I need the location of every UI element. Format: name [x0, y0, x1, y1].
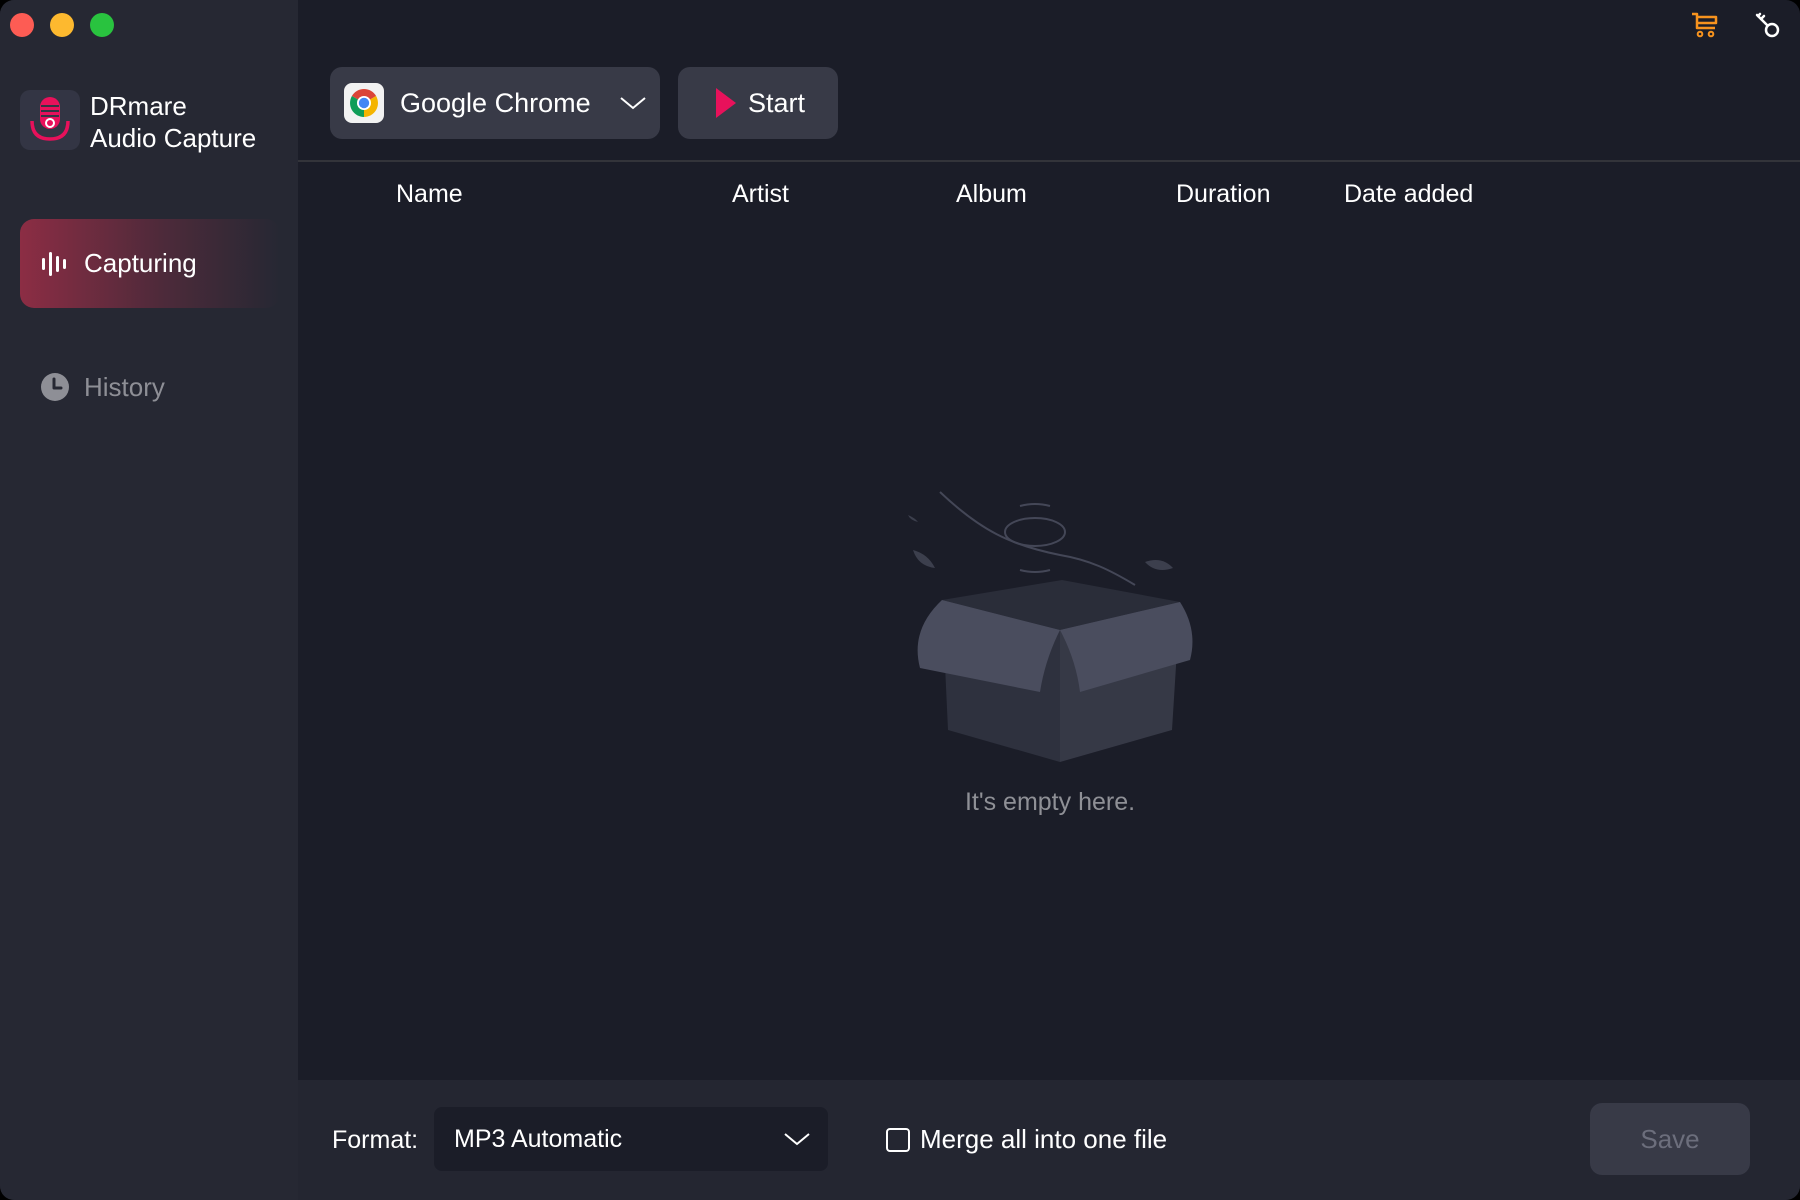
column-header-name[interactable]: Name — [396, 178, 463, 210]
save-button[interactable]: Save — [1590, 1103, 1750, 1175]
merge-label: Merge all into one file — [920, 1124, 1168, 1154]
audio-source-label: Google Chrome — [400, 87, 591, 118]
format-select[interactable]: MP3 Automatic — [434, 1107, 828, 1171]
toolbar-divider — [298, 160, 1800, 162]
sidebar-item-history[interactable]: History — [20, 344, 280, 430]
merge-checkbox-row[interactable]: Merge all into one file — [886, 1124, 1167, 1155]
window-maximize-button[interactable] — [90, 13, 114, 37]
window-close-button[interactable] — [10, 13, 34, 37]
start-label: Start — [748, 87, 806, 118]
format-value: MP3 Automatic — [454, 1124, 623, 1153]
app-name-line1: DRmare — [90, 91, 187, 121]
sidebar-item-label: History — [84, 371, 165, 402]
cart-button[interactable] — [1688, 8, 1722, 42]
audio-source-select[interactable]: Google Chrome — [330, 67, 660, 139]
key-icon — [1755, 12, 1780, 38]
app-window: DRmare Audio Capture Capturing History G… — [0, 0, 1800, 1200]
column-header-duration[interactable]: Duration — [1176, 178, 1271, 210]
app-name: DRmare Audio Capture — [90, 90, 256, 154]
app-name-line2: Audio Capture — [90, 123, 257, 153]
start-button[interactable]: Start — [678, 67, 838, 139]
play-icon — [716, 88, 736, 118]
sidebar-item-capturing[interactable]: Capturing — [20, 219, 280, 308]
column-header-artist[interactable]: Artist — [732, 178, 789, 210]
sound-wave-icon — [40, 249, 70, 279]
column-header-album[interactable]: Album — [956, 178, 1027, 210]
chevron-down-icon — [620, 97, 646, 110]
chevron-down-icon — [784, 1133, 810, 1146]
merge-checkbox[interactable] — [886, 1127, 910, 1152]
microphone-icon — [30, 97, 70, 141]
empty-state-message: It's empty here. — [964, 788, 1136, 816]
chrome-icon — [344, 83, 384, 123]
window-minimize-button[interactable] — [50, 13, 74, 37]
register-key-button[interactable] — [1750, 8, 1784, 42]
empty-box-illustration — [908, 491, 1193, 762]
app-logo — [20, 90, 80, 150]
format-label: Format: — [332, 1126, 419, 1154]
clock-icon — [40, 372, 70, 402]
sidebar: DRmare Audio Capture Capturing History — [0, 0, 298, 1200]
cart-icon — [1692, 12, 1718, 38]
column-header-date-added[interactable]: Date added — [1344, 178, 1473, 210]
sidebar-item-label: Capturing — [84, 248, 197, 278]
